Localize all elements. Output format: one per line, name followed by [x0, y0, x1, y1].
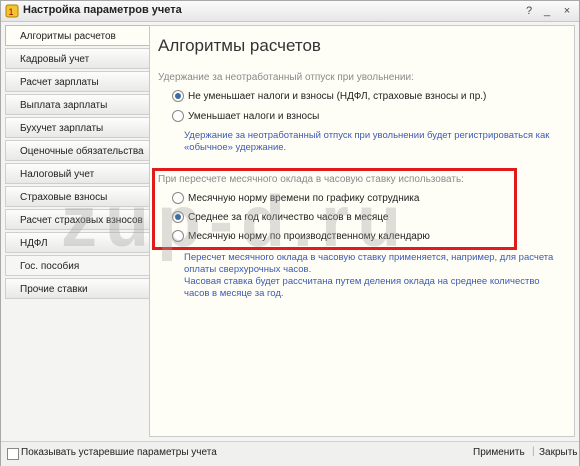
- sidebar-item-label: Прочие ставки: [20, 284, 88, 295]
- sidebar-item-accounting[interactable]: Бухучет зарплаты: [5, 117, 149, 138]
- sidebar-item-benefits[interactable]: Гос. пособия: [5, 255, 149, 276]
- sidebar: Алгоритмы расчетов Кадровый учет Расчет …: [5, 25, 149, 301]
- radio-production-calendar[interactable]: Месячную норму по производственному кале…: [172, 230, 430, 242]
- vacation-hint-line-1: Удержание за неотработанный отпуск при у…: [184, 130, 550, 141]
- svg-text:1: 1: [9, 7, 14, 17]
- radio-average-hours[interactable]: Среднее за год количество часов в месяце: [172, 211, 389, 223]
- sidebar-item-payroll[interactable]: Расчет зарплаты: [5, 71, 149, 92]
- close-window-button[interactable]: ×: [559, 3, 575, 19]
- radio-label: Месячную норму времени по графику сотруд…: [188, 192, 420, 204]
- rate-hint-line-3: Часовая ставка будет рассчитана путем де…: [184, 276, 540, 287]
- radio-button[interactable]: [172, 110, 184, 122]
- radio-reduce[interactable]: Уменьшает налоги и взносы: [172, 110, 319, 122]
- radio-not-reduce[interactable]: Не уменьшает налоги и взносы (НДФЛ, стра…: [172, 90, 486, 102]
- rate-hint-line-4: часов в месяце за год.: [184, 288, 284, 299]
- minimize-button[interactable]: _: [539, 3, 555, 19]
- sidebar-item-label: Налоговый учет: [20, 169, 95, 180]
- sidebar-item-other-rates[interactable]: Прочие ставки: [5, 278, 149, 299]
- radio-button[interactable]: [172, 211, 184, 223]
- footer-separator: |: [532, 446, 535, 457]
- sidebar-item-label: Алгоритмы расчетов: [20, 31, 116, 42]
- sidebar-item-label: Бухучет зарплаты: [20, 123, 104, 134]
- sidebar-item-algorithms[interactable]: Алгоритмы расчетов: [5, 25, 149, 46]
- sidebar-item-label: Расчет страховых взносов: [20, 215, 143, 226]
- radio-button[interactable]: [172, 192, 184, 204]
- rate-section-label: При пересчете месячного оклада в часовую…: [158, 174, 464, 185]
- sidebar-item-payments[interactable]: Выплата зарплаты: [5, 94, 149, 115]
- window-title: Настройка параметров учета: [23, 4, 182, 16]
- app-icon: 1: [5, 4, 19, 18]
- sidebar-item-tax[interactable]: Налоговый учет: [5, 163, 149, 184]
- radio-label: Месячную норму по производственному кале…: [188, 230, 430, 242]
- sidebar-item-hr[interactable]: Кадровый учет: [5, 48, 149, 69]
- sidebar-item-ndfl[interactable]: НДФЛ: [5, 232, 149, 253]
- checkbox-label: Показывать устаревшие параметры учета: [21, 447, 217, 458]
- footer: Показывать устаревшие параметры учета Пр…: [1, 441, 579, 466]
- sidebar-item-label: Гос. пособия: [20, 261, 80, 272]
- radio-button[interactable]: [172, 230, 184, 242]
- radio-employee-schedule[interactable]: Месячную норму времени по графику сотруд…: [172, 192, 419, 204]
- radio-label: Уменьшает налоги и взносы: [188, 110, 320, 122]
- close-button[interactable]: Закрыть: [539, 447, 578, 458]
- apply-button[interactable]: Применить: [473, 447, 525, 458]
- show-obsolete-checkbox[interactable]: [7, 448, 19, 460]
- title-bar: 1 Настройка параметров учета ? _ ×: [1, 1, 579, 22]
- sidebar-item-insurance[interactable]: Страховые взносы: [5, 186, 149, 207]
- page-title: Алгоритмы расчетов: [158, 36, 321, 55]
- sidebar-item-reserves[interactable]: Оценочные обязательства: [5, 140, 149, 161]
- rate-hint-line-2: оплаты сверхурочных часов.: [184, 264, 312, 275]
- settings-window: 1 Настройка параметров учета ? _ × Алгор…: [0, 0, 580, 466]
- main-panel: Алгоритмы расчетов Удержание за неотрабо…: [149, 25, 575, 437]
- sidebar-item-label: Расчет зарплаты: [20, 77, 99, 88]
- sidebar-item-label: Страховые взносы: [20, 192, 108, 203]
- help-button[interactable]: ?: [521, 3, 537, 19]
- sidebar-item-label: Кадровый учет: [20, 54, 90, 65]
- radio-label: Среднее за год количество часов в месяце: [188, 211, 389, 223]
- sidebar-item-label: Оценочные обязательства: [20, 146, 144, 157]
- vacation-section-label: Удержание за неотработанный отпуск при у…: [158, 72, 414, 83]
- vacation-hint-line-2: «обычное» удержание.: [184, 142, 287, 153]
- sidebar-item-label: Выплата зарплаты: [20, 100, 108, 111]
- sidebar-item-insurance-calc[interactable]: Расчет страховых взносов: [5, 209, 149, 230]
- rate-hint-line-1: Пересчет месячного оклада в часовую став…: [184, 252, 554, 263]
- sidebar-item-label: НДФЛ: [20, 238, 48, 249]
- radio-label: Не уменьшает налоги и взносы (НДФЛ, стра…: [188, 90, 487, 102]
- radio-button[interactable]: [172, 90, 184, 102]
